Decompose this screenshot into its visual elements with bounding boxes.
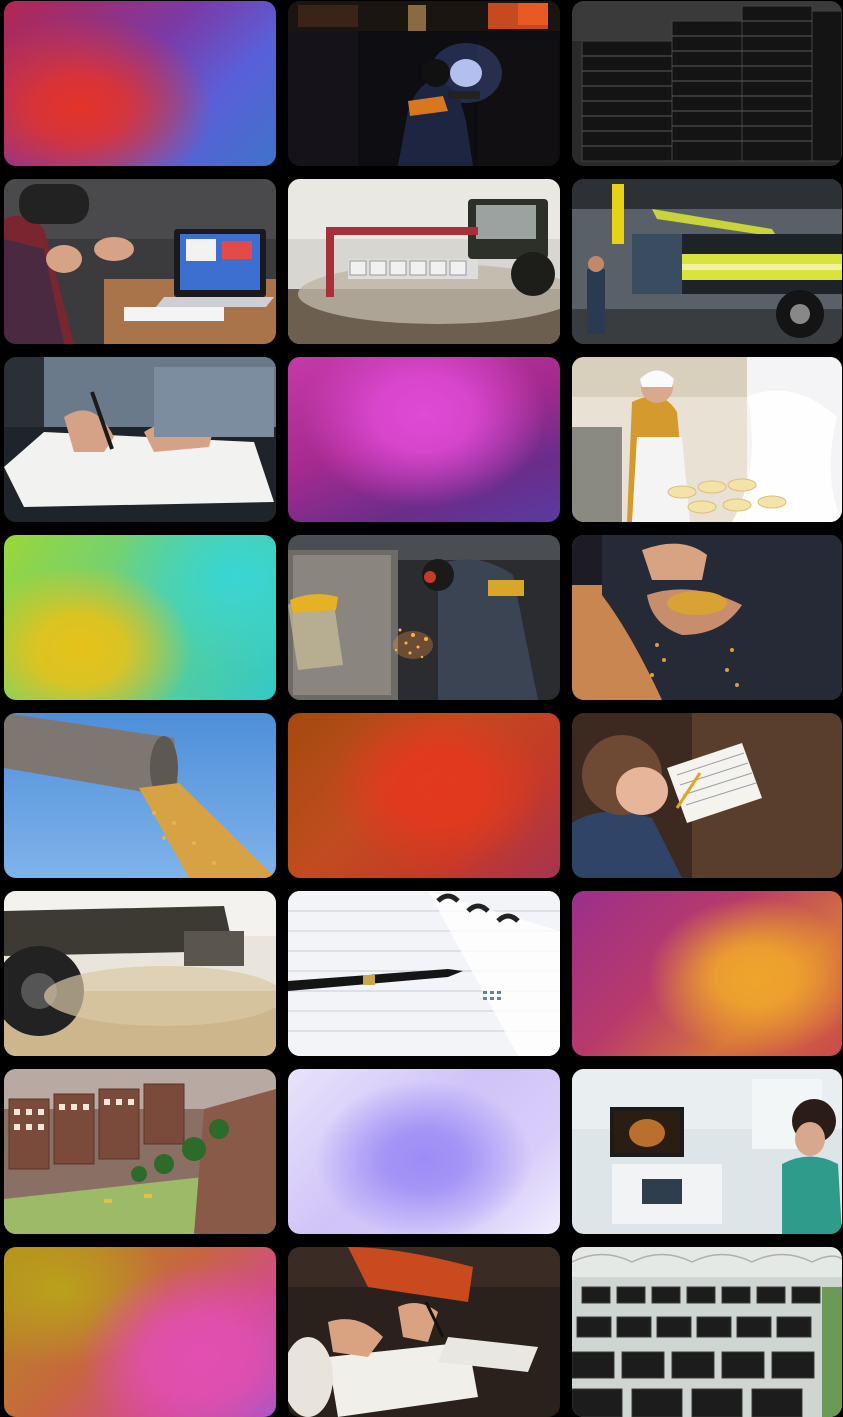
yellow-truck-factory-photo[interactable] (572, 179, 842, 344)
city-model-buildings-photo[interactable] (4, 1069, 276, 1234)
gradient-yellow-cyan-tile[interactable] (4, 535, 276, 700)
tractor-seeder-field-photo[interactable] (288, 179, 560, 344)
hands-holding-grain-photo[interactable] (572, 535, 842, 700)
hand-writing-document-photo[interactable] (4, 357, 276, 522)
combine-harvester-photo[interactable] (4, 891, 276, 1056)
gradient-lavender-tile[interactable] (288, 1069, 560, 1234)
grain-spout-sky-photo[interactable] (4, 713, 276, 878)
cheesemaker-woman-photo[interactable] (572, 357, 842, 522)
metal-grinding-sparks-photo[interactable] (288, 535, 560, 700)
gradient-magenta-tile[interactable] (288, 357, 560, 522)
meeting-laptop-photo[interactable] (4, 179, 276, 344)
pen-on-planner-photo[interactable] (288, 891, 560, 1056)
signing-papers-photo[interactable] (288, 1247, 560, 1417)
ultrasound-doctor-photo[interactable] (572, 1069, 842, 1234)
gradient-gold-pink-tile[interactable] (4, 1247, 276, 1417)
gradient-orange-red-tile[interactable] (288, 713, 560, 878)
stacked-black-trays-photo[interactable] (572, 1, 842, 166)
gradient-purple-orange-tile[interactable] (572, 891, 842, 1056)
image-gallery-grid (0, 0, 843, 1417)
greenhouse-black-containers-photo[interactable] (572, 1247, 842, 1417)
welding-worker-photo[interactable] (288, 1, 560, 166)
child-writing-notebook-photo[interactable] (572, 713, 842, 878)
gradient-red-violet-tile[interactable] (4, 1, 276, 166)
